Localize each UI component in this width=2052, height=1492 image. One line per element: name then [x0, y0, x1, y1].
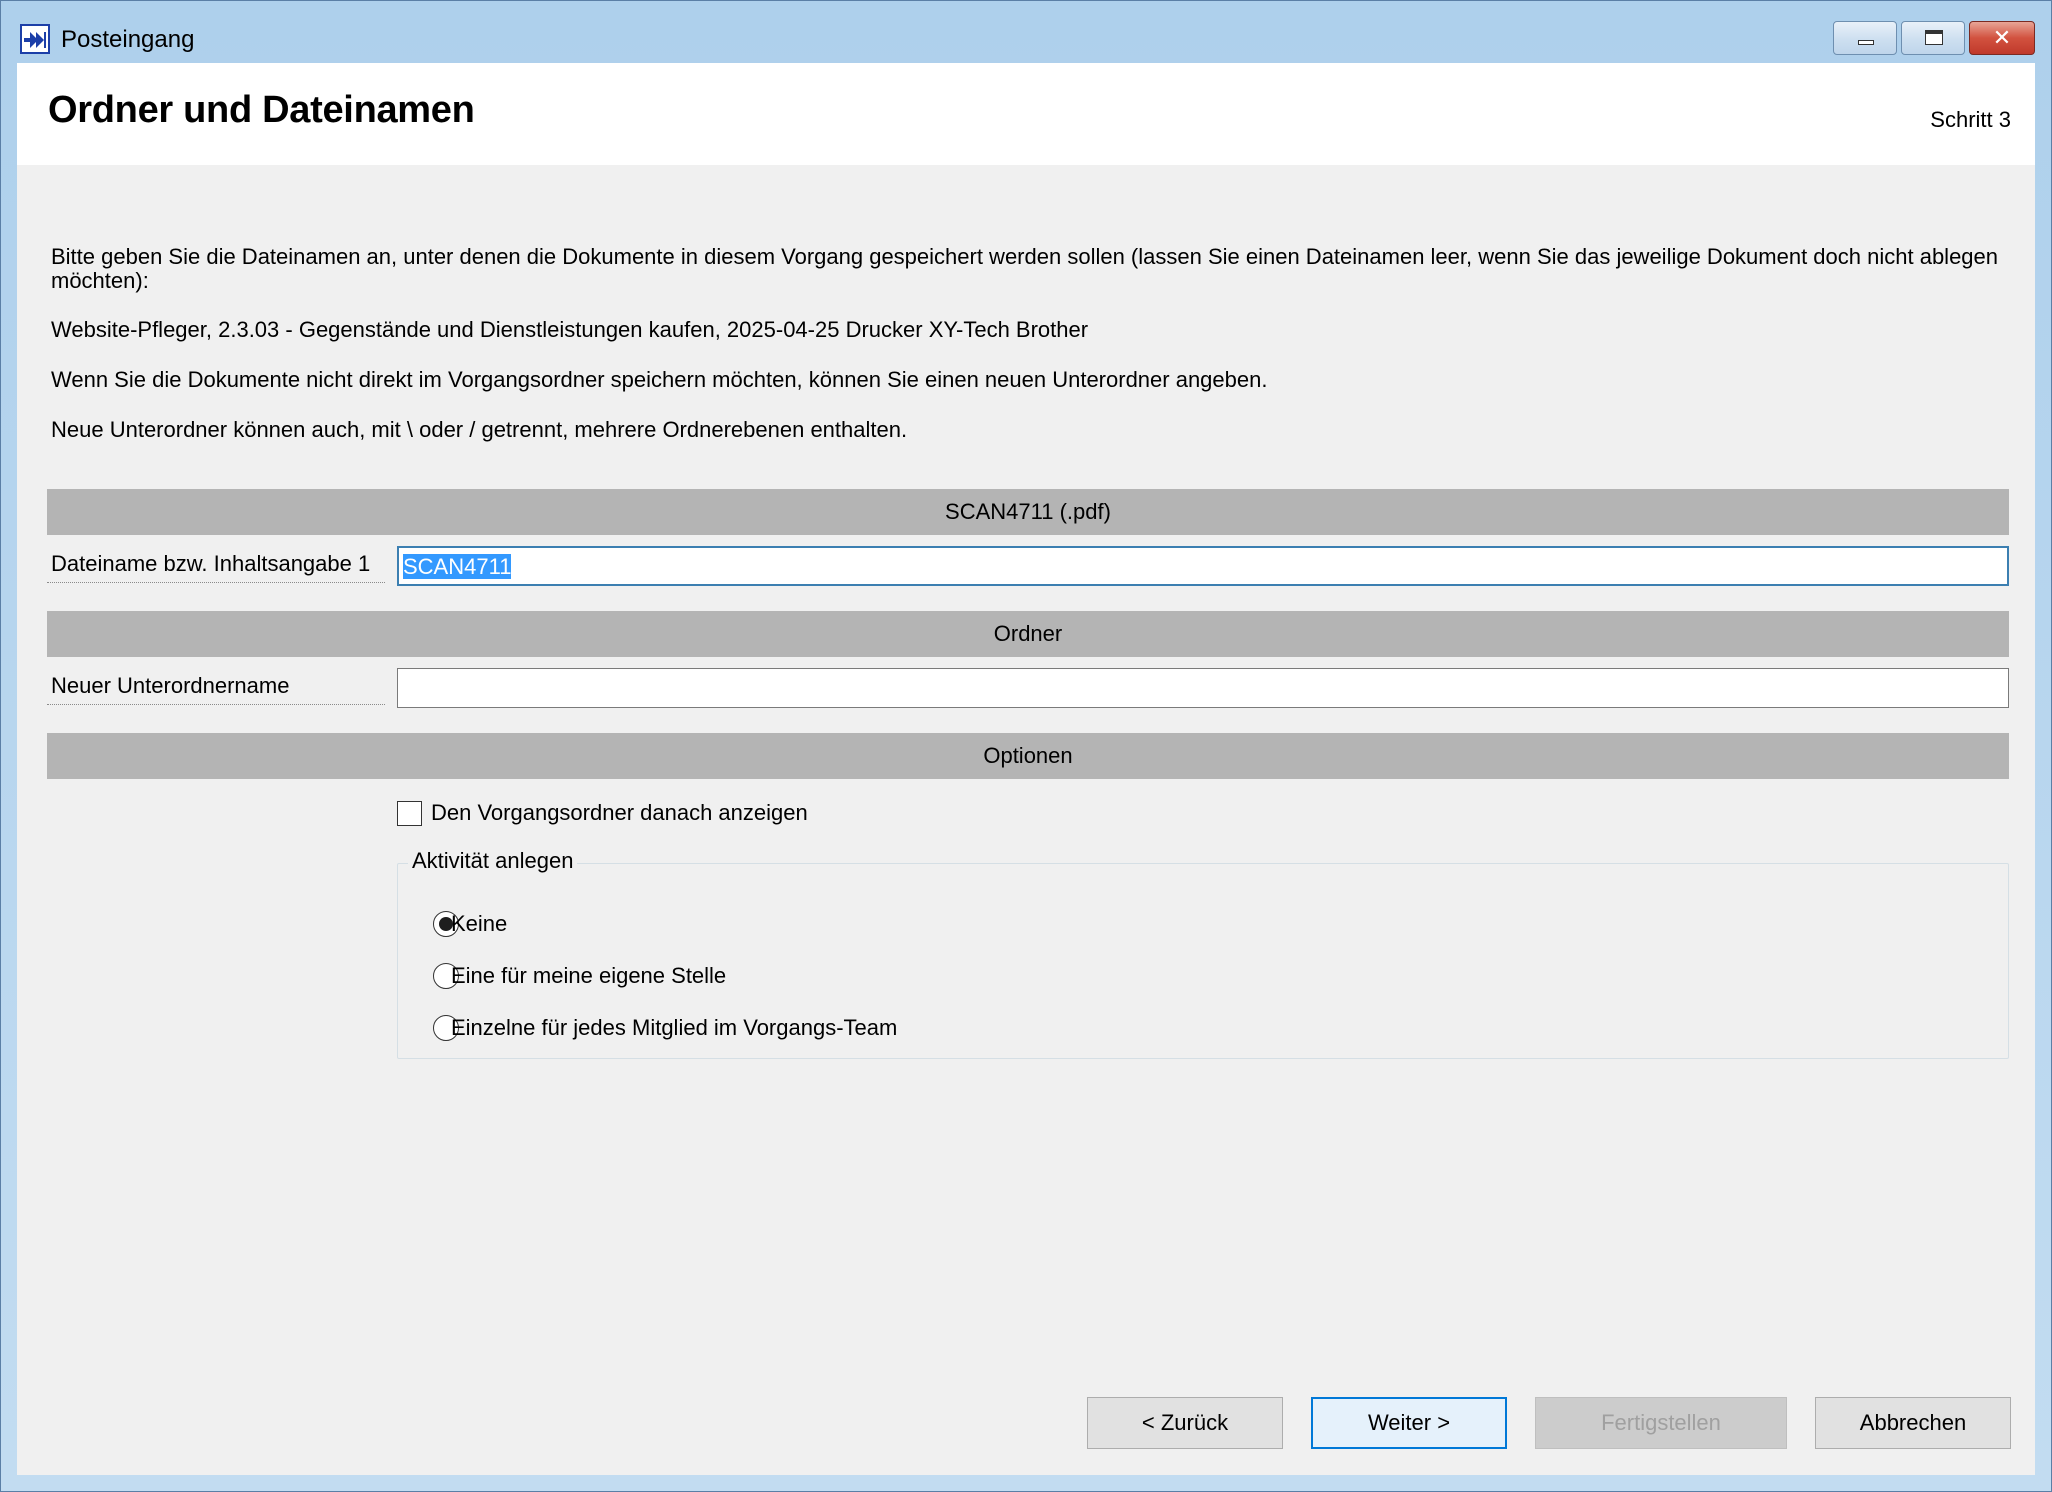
- radio-team-members-label[interactable]: Einzelne für jedes Mitglied im Vorgangs-…: [451, 1014, 897, 1042]
- next-button[interactable]: Weiter >: [1311, 1397, 1507, 1449]
- filename-input-value: SCAN4711: [403, 554, 512, 579]
- minimize-icon: [1858, 40, 1874, 45]
- show-folder-label[interactable]: Den Vorgangsordner danach anzeigen: [431, 799, 808, 827]
- radio-own-unit-label[interactable]: Eine für meine eigene Stelle: [451, 962, 726, 990]
- maximize-button[interactable]: [1901, 21, 1965, 55]
- activity-group-title: Aktivität anlegen: [408, 848, 578, 874]
- close-button[interactable]: ✕: [1969, 21, 2035, 55]
- subfolder-input[interactable]: [397, 668, 2009, 708]
- minimize-button[interactable]: [1833, 21, 1897, 55]
- filename-input[interactable]: SCAN4711: [397, 546, 2009, 586]
- dialog-client-area: Ordner und Dateinamen Schritt 3 Bitte ge…: [17, 63, 2035, 1475]
- wizard-header: Ordner und Dateinamen Schritt 3: [17, 63, 2035, 165]
- section-header-file: SCAN4711 (.pdf): [47, 489, 2009, 535]
- process-path-text: Website-Pfleger, 2.3.03 - Gegenstände un…: [51, 317, 1089, 342]
- arrow-inbox-icon: [20, 24, 50, 54]
- window-title: Posteingang: [61, 26, 195, 53]
- section-header-options: Optionen: [47, 733, 2009, 779]
- cancel-button[interactable]: Abbrechen: [1815, 1397, 2011, 1449]
- page-title: Ordner und Dateinamen: [48, 89, 475, 131]
- finish-button: Fertigstellen: [1535, 1397, 1787, 1449]
- title-bar[interactable]: Posteingang ✕: [1, 1, 2051, 63]
- subfolder-label-text: Neuer Unterordnername: [51, 673, 290, 698]
- show-folder-checkbox[interactable]: [397, 801, 422, 826]
- section-header-folder: Ordner: [47, 611, 2009, 657]
- filename-label-text: Dateiname bzw. Inhaltsangabe 1: [51, 551, 371, 576]
- close-icon: ✕: [1992, 25, 2012, 50]
- instruction-text: Bitte geben Sie die Dateinamen an, unter…: [51, 244, 1999, 293]
- radio-none-label[interactable]: Keine: [451, 910, 507, 938]
- folder-levels-hint-text: Neue Unterordner können auch, mit \ oder…: [51, 417, 908, 442]
- subfolder-hint-text: Wenn Sie die Dokumente nicht direkt im V…: [51, 367, 1268, 392]
- filename-label: Dateiname bzw. Inhaltsangabe 1: [47, 549, 385, 583]
- subfolder-label: Neuer Unterordnername: [47, 671, 385, 705]
- back-button[interactable]: < Zurück: [1087, 1397, 1283, 1449]
- step-indicator: Schritt 3: [1930, 107, 2011, 132]
- wizard-window: Posteingang ✕ Ordner und Dateinamen Schr…: [0, 0, 2052, 1492]
- maximize-icon: [1925, 30, 1943, 45]
